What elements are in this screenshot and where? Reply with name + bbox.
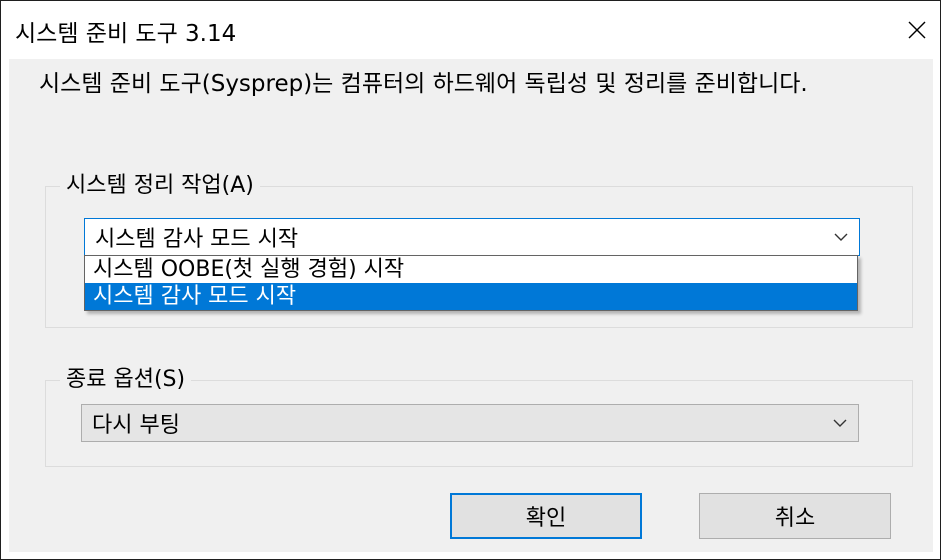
chevron-down-icon[interactable] <box>823 219 859 255</box>
cleanup-action-combobox[interactable]: 시스템 감사 모드 시작 <box>84 218 860 256</box>
dropdown-option-oobe[interactable]: 시스템 OOBE(첫 실행 경험) 시작 <box>85 256 857 283</box>
shutdown-options-selected: 다시 부팅 <box>92 413 180 438</box>
cleanup-action-selected: 시스템 감사 모드 시작 <box>95 227 299 252</box>
chevron-down-icon[interactable] <box>822 405 858 441</box>
cancel-button[interactable]: 취소 <box>699 493 891 539</box>
close-button[interactable] <box>894 1 940 59</box>
close-icon <box>908 21 926 39</box>
ok-button[interactable]: 확인 <box>450 493 642 539</box>
description-text: 시스템 준비 도구(Sysprep)는 컴퓨터의 하드웨어 독립성 및 정리를 … <box>39 71 808 97</box>
cleanup-action-label: 시스템 정리 작업(A) <box>60 171 260 201</box>
sysprep-dialog: 시스템 준비 도구 3.14 시스템 준비 도구(Sysprep)는 컴퓨터의 … <box>0 0 941 560</box>
shutdown-options-label: 종료 옵션(S) <box>60 365 192 395</box>
window-title: 시스템 준비 도구 3.14 <box>15 21 237 47</box>
dialog-body: 시스템 준비 도구(Sysprep)는 컴퓨터의 하드웨어 독립성 및 정리를 … <box>9 59 933 552</box>
shutdown-options-combobox[interactable]: 다시 부팅 <box>81 404 859 442</box>
cleanup-action-dropdown-list: 시스템 OOBE(첫 실행 경험) 시작 시스템 감사 모드 시작 <box>84 255 858 311</box>
title-bar: 시스템 준비 도구 3.14 <box>1 1 940 59</box>
dropdown-option-audit[interactable]: 시스템 감사 모드 시작 <box>85 283 857 310</box>
